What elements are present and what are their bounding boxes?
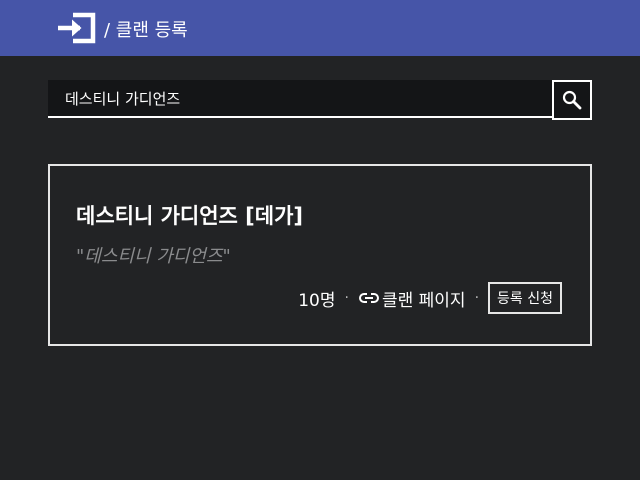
link-icon — [358, 293, 379, 303]
top-bar: / 클랜 등록 — [0, 0, 640, 56]
clan-page-link[interactable]: 클랜 페이지 — [358, 286, 466, 311]
search-input[interactable] — [48, 80, 552, 116]
clan-card: 데스티니 가디언즈 [데가] "데스티니 가디언즈" 10명 · 클랜 페이지 … — [48, 164, 592, 346]
clan-meta: 10명 · 클랜 페이지 · 등록 신청 — [298, 282, 562, 314]
search-button[interactable] — [552, 80, 592, 120]
separator: · — [474, 290, 480, 306]
separator: · — [344, 290, 349, 306]
login-icon[interactable] — [55, 12, 97, 44]
page-title: / 클랜 등록 — [104, 20, 188, 41]
register-button[interactable]: 등록 신청 — [488, 282, 562, 314]
clan-page-link-label: 클랜 페이지 — [381, 290, 466, 311]
member-count: 10명 — [298, 290, 336, 311]
search-box — [48, 80, 552, 118]
clan-name: 데스티니 가디언즈 [데가] — [76, 204, 304, 228]
search-icon — [562, 90, 582, 110]
clan-motto: "데스티니 가디언즈" — [76, 246, 231, 267]
